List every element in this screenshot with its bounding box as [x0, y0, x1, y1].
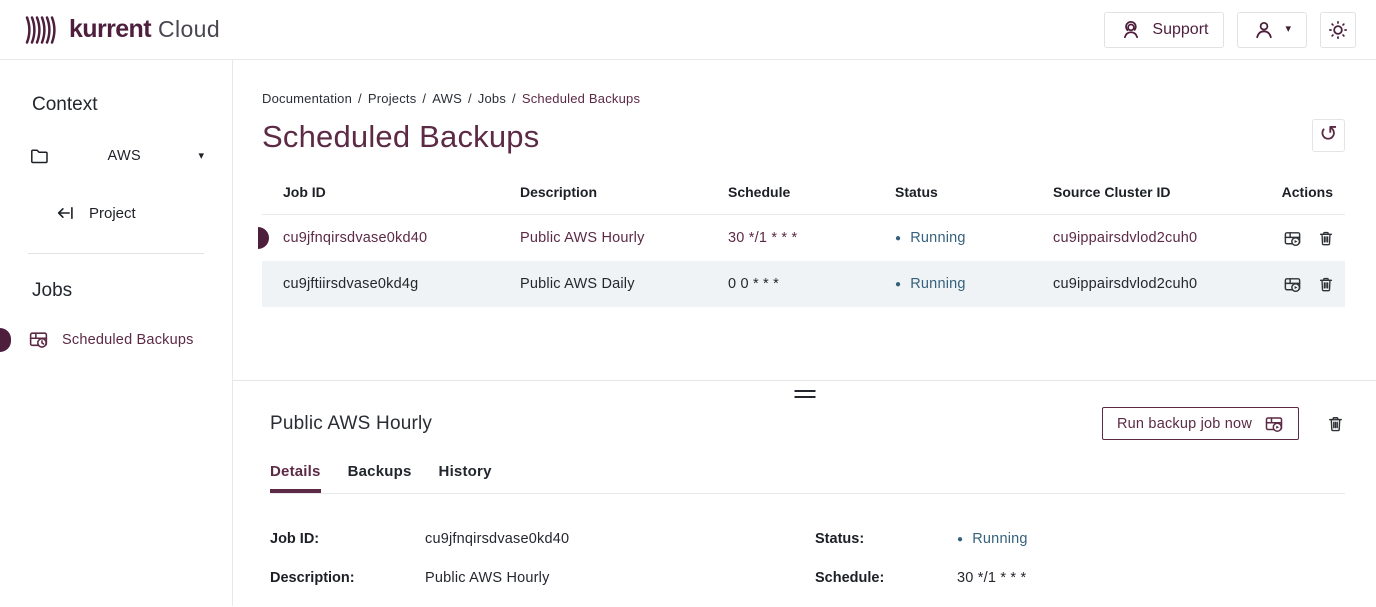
description-cell: Public AWS Daily: [520, 276, 728, 292]
status-badge: ●Running: [895, 230, 1053, 246]
theme-toggle-button[interactable]: [1320, 12, 1356, 48]
breadcrumb-projects[interactable]: Projects: [368, 91, 417, 106]
panel-header-actions: Run backup job now: [1102, 407, 1345, 440]
delete-job-button[interactable]: [1326, 414, 1345, 434]
breadcrumb-separator: /: [358, 91, 362, 106]
context-selected-value: AWS: [50, 148, 198, 164]
column-header-description: Description: [520, 184, 728, 200]
scheduled-backups-table: Job ID Description Schedule Status Sourc…: [262, 184, 1345, 307]
table-row[interactable]: cu9jftiirsdvase0kd4g Public AWS Daily 0 …: [262, 261, 1345, 307]
sidebar-item-scheduled-backups[interactable]: Scheduled Backups: [0, 329, 232, 350]
schedule-cell: 0 0 * * *: [728, 276, 895, 292]
delete-icon-button[interactable]: [1317, 229, 1335, 248]
column-header-status: Status: [895, 184, 1053, 200]
source-cluster-id-cell: cu9ippairsdvlod2cuh0: [1053, 276, 1281, 292]
run-button-label: Run backup job now: [1117, 416, 1252, 432]
user-menu-button[interactable]: ▾: [1237, 12, 1307, 48]
status-badge: ●Running: [895, 276, 1053, 292]
tab-backups[interactable]: Backups: [348, 463, 412, 493]
job-id-value: cu9jfnqirsdvase0kd40: [425, 531, 815, 547]
panel-title: Public AWS Hourly: [270, 413, 432, 435]
table-row[interactable]: cu9jfnqirsdvase0kd40 Public AWS Hourly 3…: [262, 215, 1345, 261]
tab-details[interactable]: Details: [270, 463, 321, 493]
run-backup-icon-button[interactable]: [1283, 229, 1302, 248]
job-detail-panel: Public AWS Hourly Run backup job now: [233, 380, 1376, 586]
delete-icon-button[interactable]: [1317, 275, 1335, 294]
breadcrumb-aws[interactable]: AWS: [432, 91, 462, 106]
sun-icon: [1327, 19, 1349, 41]
back-arrow-icon: [55, 203, 76, 223]
context-selector[interactable]: AWS ▾: [28, 146, 204, 166]
status-dot-icon: ●: [895, 279, 901, 290]
folder-icon: [28, 146, 50, 166]
detail-tabs: Details Backups History: [270, 463, 1345, 494]
detail-fields: Job ID: cu9jfnqirsdvase0kd40 Status: ●Ru…: [270, 531, 1345, 586]
schedule-cell: 30 */1 * * *: [728, 230, 895, 246]
page-title-row: Scheduled Backups ↺: [262, 119, 1345, 155]
job-id-label: Job ID:: [270, 531, 425, 547]
user-icon: [1253, 19, 1275, 41]
headset-icon: [1120, 19, 1142, 41]
row-actions: [1281, 229, 1345, 248]
page-title: Scheduled Backups: [262, 119, 539, 155]
column-header-schedule: Schedule: [728, 184, 895, 200]
tab-history[interactable]: History: [439, 463, 492, 493]
description-value: Public AWS Hourly: [425, 570, 815, 586]
description-cell: Public AWS Hourly: [520, 230, 728, 246]
status-dot-icon: ●: [957, 534, 963, 545]
breadcrumb-current: Scheduled Backups: [522, 91, 640, 106]
status-value: ●Running: [957, 531, 1345, 547]
app-shell: Context AWS ▾ Project Jobs: [0, 60, 1376, 606]
breadcrumb-separator: /: [468, 91, 472, 106]
context-heading: Context: [32, 94, 232, 116]
active-item-indicator: [0, 328, 11, 352]
table-header-row: Job ID Description Schedule Status Sourc…: [262, 184, 1345, 215]
run-backup-icon-button[interactable]: [1283, 275, 1302, 294]
selected-row-indicator: [258, 227, 269, 249]
job-id-cell: cu9jftiirsdvase0kd4g: [283, 276, 520, 292]
sidebar-item-label: Scheduled Backups: [62, 332, 194, 348]
schedule-value: 30 */1 * * *: [957, 570, 1345, 586]
top-bar: kurrent Cloud Support ▾: [0, 0, 1376, 60]
breadcrumb-jobs[interactable]: Jobs: [478, 91, 506, 106]
source-cluster-id-cell: cu9ippairsdvlod2cuh0: [1053, 230, 1281, 246]
kurrent-waves-icon: [24, 15, 60, 45]
back-to-project-link[interactable]: Project: [55, 203, 232, 223]
chevron-down-icon: ▾: [1285, 24, 1291, 35]
panel-resize-handle[interactable]: [794, 390, 815, 398]
description-label: Description:: [270, 570, 425, 586]
breadcrumb: Documentation / Projects / AWS / Jobs / …: [262, 91, 1345, 106]
support-label: Support: [1152, 21, 1208, 39]
refresh-button[interactable]: ↺: [1312, 119, 1345, 152]
support-button[interactable]: Support: [1104, 12, 1224, 48]
breadcrumb-documentation[interactable]: Documentation: [262, 91, 352, 106]
sidebar-divider: [28, 253, 204, 254]
column-header-job-id: Job ID: [283, 184, 520, 200]
panel-header: Public AWS Hourly Run backup job now: [270, 407, 1345, 440]
main-content: Documentation / Projects / AWS / Jobs / …: [233, 60, 1376, 606]
sidebar: Context AWS ▾ Project Jobs: [0, 60, 233, 606]
column-header-actions: Actions: [1281, 184, 1345, 200]
breadcrumb-separator: /: [512, 91, 516, 106]
kurrent-cloud-logo[interactable]: kurrent Cloud: [24, 15, 220, 45]
logo-brand-text: kurrent: [69, 15, 151, 44]
run-backup-job-now-button[interactable]: Run backup job now: [1102, 407, 1299, 440]
logo-suffix-text: Cloud: [158, 16, 220, 43]
status-label: Status:: [815, 531, 957, 547]
jobs-heading: Jobs: [32, 280, 232, 302]
row-actions: [1281, 275, 1345, 294]
project-label: Project: [89, 205, 136, 222]
chevron-down-icon: ▾: [198, 151, 204, 162]
refresh-icon: ↺: [1319, 123, 1337, 145]
top-bar-actions: Support ▾: [1104, 12, 1356, 48]
run-backup-icon: [1264, 414, 1284, 434]
schedule-label: Schedule:: [815, 570, 957, 586]
job-id-cell: cu9jfnqirsdvase0kd40: [283, 230, 520, 246]
status-dot-icon: ●: [895, 233, 901, 244]
column-header-source-cluster-id: Source Cluster ID: [1053, 184, 1281, 200]
scheduled-backup-icon: [28, 329, 49, 350]
breadcrumb-separator: /: [422, 91, 426, 106]
